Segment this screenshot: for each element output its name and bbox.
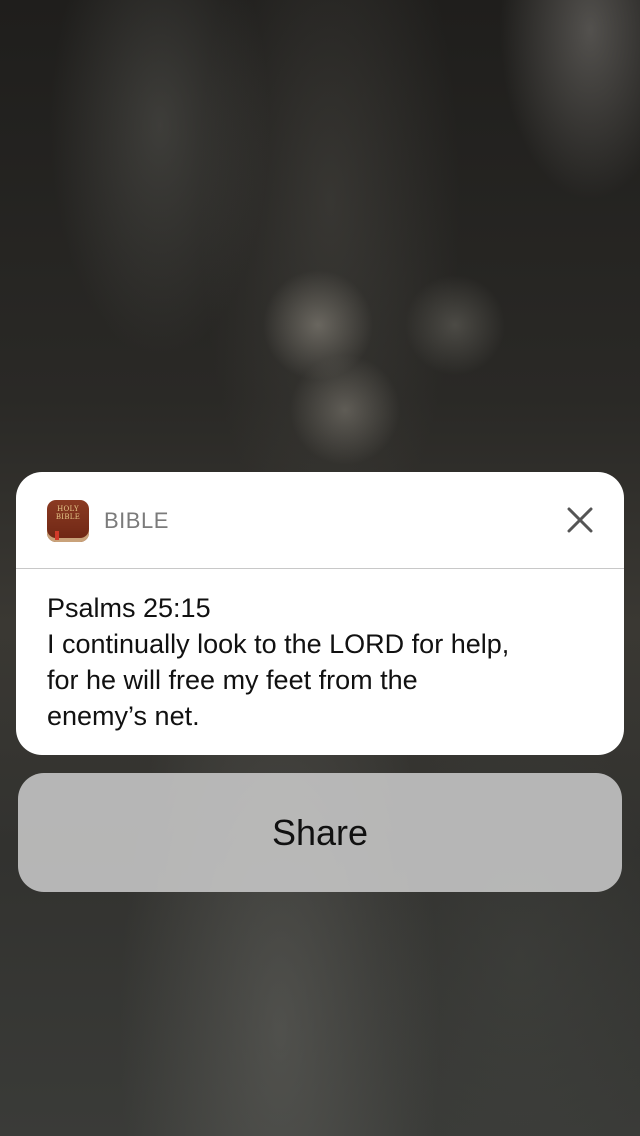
verse-reference: Psalms 25:15 xyxy=(47,593,211,623)
header-divider xyxy=(16,568,624,569)
holy-bible-app-icon: HOLY BIBLE xyxy=(47,500,89,542)
notification-card[interactable]: HOLY BIBLE BIBLE Psalms 25:15 I continua… xyxy=(16,472,624,755)
notification-header: HOLY BIBLE BIBLE xyxy=(16,472,624,568)
verse-line: enemy’s net. xyxy=(47,701,200,731)
share-button[interactable]: Share xyxy=(18,773,622,892)
share-label: Share xyxy=(271,811,369,853)
close-button[interactable] xyxy=(562,502,598,538)
close-icon xyxy=(567,507,593,533)
app-name: BIBLE xyxy=(104,508,169,533)
app-icon-text: HOLY BIBLE xyxy=(55,505,81,521)
notification-body: Psalms 25:15 I continually look to the L… xyxy=(47,590,607,734)
verse-line: I continually look to the LORD for help, xyxy=(47,629,510,659)
verse-line: for he will free my feet from the xyxy=(47,665,418,695)
bookmark-ribbon xyxy=(55,531,59,540)
